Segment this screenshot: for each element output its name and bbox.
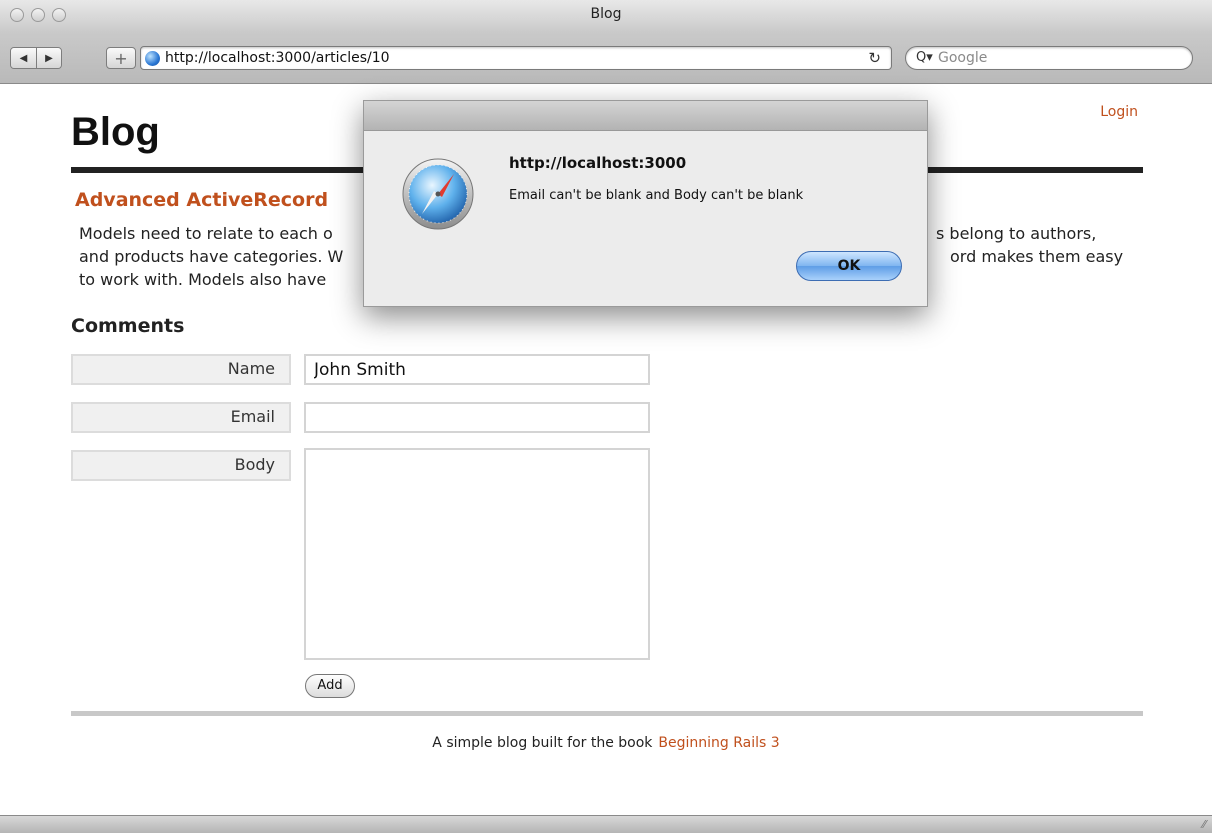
add-bookmark-button[interactable]: + [106,47,136,69]
back-button[interactable]: ◀ [11,48,36,68]
article-line-2-start: and products have categories. W [79,247,344,266]
login-link[interactable]: Login [1100,104,1138,120]
safari-compass-icon [402,158,474,230]
plus-icon: + [114,48,128,68]
alert-origin: http://localhost:3000 [509,154,687,172]
reload-icon[interactable]: ↻ [868,49,881,67]
address-text: http://localhost:3000/articles/10 [165,50,390,66]
footer-text: A simple blog built for the book [432,735,653,751]
ok-button[interactable]: OK [796,251,902,281]
article-title[interactable]: Advanced ActiveRecord [75,189,328,211]
add-comment-button[interactable]: Add [305,674,355,698]
blog-title: Blog [71,110,160,154]
body-textarea[interactable] [304,448,650,660]
globe-icon [145,51,160,66]
forward-button[interactable]: ▶ [36,48,61,68]
search-placeholder: Google [938,50,988,66]
address-bar[interactable]: http://localhost:3000/articles/10 ↻ [140,46,892,70]
footer: A simple blog built for the book Beginnin… [0,735,1212,751]
article-line-1-start: Models need to relate to each o [79,224,333,243]
book-link[interactable]: Beginning Rails 3 [658,735,779,751]
alert-dialog: http://localhost:3000 Email can't be bla… [363,100,928,307]
footer-rule [71,711,1143,716]
name-input[interactable] [304,354,650,385]
search-icon[interactable]: Q▾ [916,50,933,65]
forward-arrow-icon: ▶ [45,52,53,64]
resize-grip-icon[interactable]: ⁄⁄ [1202,818,1206,831]
alert-message: Email can't be blank and Body can't be b… [509,188,804,203]
email-input[interactable] [304,402,650,433]
name-label: Name [71,354,291,385]
article-line-2-end: ord makes them easy [950,247,1124,266]
back-arrow-icon: ◀ [19,52,28,64]
window-title: Blog [590,6,622,22]
comments-heading: Comments [71,315,185,337]
alert-titlebar [364,101,927,131]
body-label: Body [71,450,291,481]
status-bar: ⁄⁄ [0,815,1212,833]
article-line-1-end: s belong to authors, [936,224,1097,243]
email-label: Email [71,402,291,433]
article-line-3-start: to work with. Models also have [79,270,327,289]
history-navigation: ◀ ▶ [10,47,62,69]
window-titlebar: Blog ◀ ▶ + http://localhost:3000/article… [0,0,1212,84]
search-field[interactable]: Q▾ Google [905,46,1193,70]
